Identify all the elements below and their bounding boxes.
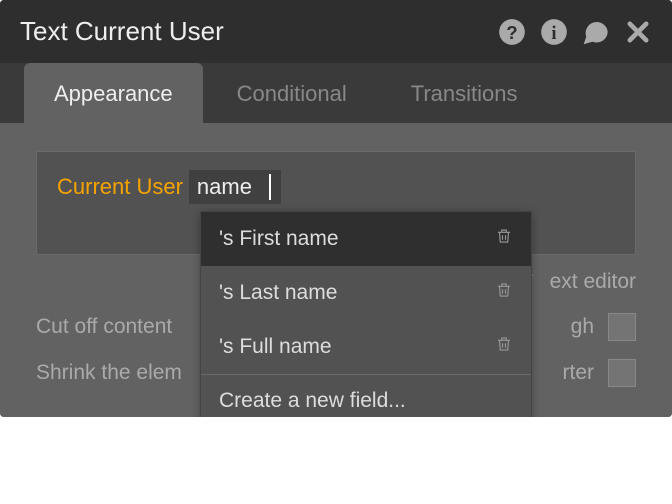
- header-icon-group: ? i: [498, 18, 652, 46]
- dropdown-item-label: 's Full name: [219, 335, 332, 359]
- dropdown-item-full-name[interactable]: 's Full name: [201, 320, 531, 374]
- svg-text:?: ?: [506, 22, 517, 43]
- dropdown-item-label: 's Last name: [219, 281, 337, 305]
- dropdown-create-label: Create a new field...: [219, 389, 406, 413]
- tab-conditional[interactable]: Conditional: [207, 63, 377, 123]
- trash-icon[interactable]: [495, 334, 513, 360]
- tab-transitions[interactable]: Transitions: [381, 63, 548, 123]
- dropdown-create-new-field[interactable]: Create a new field...: [201, 375, 531, 417]
- dropdown-item-last-name[interactable]: 's Last name: [201, 266, 531, 320]
- autocomplete-dropdown: 's First name 's Last name 's Full name: [200, 211, 532, 417]
- tab-appearance[interactable]: Appearance: [24, 63, 203, 123]
- panel-body: Current User name ext editor Cut off con…: [0, 123, 672, 417]
- dropdown-item-label: 's First name: [219, 227, 339, 251]
- trash-icon[interactable]: [495, 226, 513, 252]
- expression-token-current-user[interactable]: Current User: [57, 174, 183, 200]
- expression-search-input[interactable]: name: [197, 174, 269, 200]
- panel-header: Text Current User ? i: [0, 0, 672, 63]
- row-label-cutoff-trailing: gh: [571, 315, 594, 339]
- row-label-rich-trailing: ext editor: [550, 270, 636, 294]
- trash-icon[interactable]: [495, 280, 513, 306]
- checkbox-shrink[interactable]: [608, 359, 636, 387]
- expression-line: Current User name: [57, 170, 615, 204]
- info-icon[interactable]: i: [540, 18, 568, 46]
- svg-text:i: i: [551, 23, 556, 44]
- comment-icon[interactable]: [582, 18, 610, 46]
- expression-search-wrap[interactable]: name: [189, 170, 281, 204]
- panel-title: Text Current User: [20, 16, 498, 47]
- help-icon[interactable]: ?: [498, 18, 526, 46]
- row-label-shrink-trailing: rter: [563, 361, 595, 385]
- property-editor-panel: Text Current User ? i Appearance Conditi…: [0, 0, 672, 417]
- text-cursor: [269, 174, 271, 200]
- tab-bar: Appearance Conditional Transitions: [0, 63, 672, 123]
- checkbox-cut-off[interactable]: [608, 313, 636, 341]
- close-icon[interactable]: [624, 18, 652, 46]
- dropdown-item-first-name[interactable]: 's First name: [201, 212, 531, 266]
